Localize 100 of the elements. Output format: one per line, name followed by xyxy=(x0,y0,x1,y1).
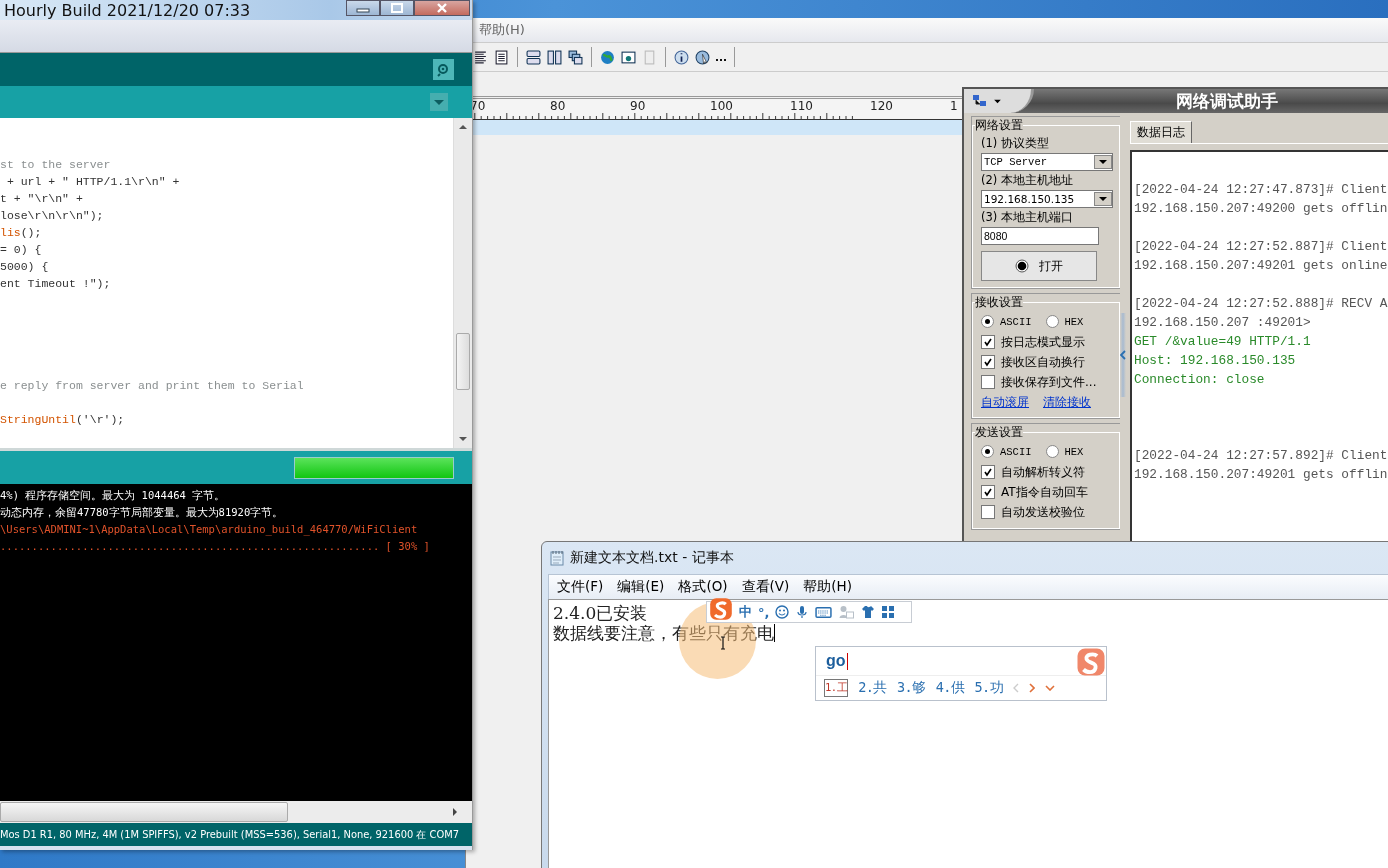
text-line: 数据线要注意，有些只有充电 xyxy=(553,623,775,643)
ruler-label: 90 xyxy=(630,99,647,113)
maximize-button[interactable] xyxy=(380,0,414,16)
collapse-icon xyxy=(1120,350,1126,360)
window-icon[interactable] xyxy=(621,49,636,65)
menu-item[interactable]: 文件(F) xyxy=(557,578,604,596)
code-line: ent Timeout !"); xyxy=(0,276,112,292)
code-line: + url + " HTTP/1.1\r\n" + xyxy=(5,174,181,190)
scroll-up-icon[interactable] xyxy=(458,124,468,130)
minimize-button[interactable] xyxy=(346,0,380,16)
field-label: (3) 本地主机端口 xyxy=(981,210,1074,225)
protocol-select[interactable]: TCP Server xyxy=(981,153,1113,171)
checkbox[interactable] xyxy=(981,335,995,349)
cascade-windows-icon[interactable] xyxy=(568,49,583,65)
link[interactable]: 清除接收 xyxy=(1043,394,1091,411)
vertical-scrollbar[interactable] xyxy=(453,118,472,448)
radio-option[interactable]: HEX xyxy=(1045,445,1084,458)
port-input[interactable]: 8080 xyxy=(981,227,1099,245)
board-info: Mos D1 R1, 80 MHz, 4M (1M SPIFFS), v2 Prebuilt (MSS=536), Serial1, None, 921600 在 COM7 xyxy=(0,827,459,842)
caret-icon xyxy=(1099,159,1107,165)
network-icon xyxy=(972,94,988,108)
group-title: 发送设置 xyxy=(975,424,1023,441)
log-line: 192.168.150.207:49201 gets online xyxy=(1134,257,1388,275)
system-menu-button[interactable] xyxy=(964,89,1034,113)
align-icon[interactable] xyxy=(473,49,488,65)
code-line: t + "\r\n" + xyxy=(0,191,84,207)
menu-item[interactable]: 查看(V) xyxy=(741,578,790,596)
ruler-label: 120 xyxy=(870,99,894,113)
checkbox[interactable] xyxy=(981,355,995,369)
horizontal-scrollbar[interactable] xyxy=(0,801,472,823)
menu-item[interactable]: 帮助(H) xyxy=(803,578,853,596)
checkbox-option[interactable]: AT指令自动回车 xyxy=(981,482,1113,502)
globe-icon[interactable] xyxy=(600,49,615,65)
keyboard-icon[interactable] xyxy=(815,605,833,619)
log-line: [2022-04-24 12:27:52.888]# RECV A xyxy=(1134,295,1388,313)
radio-option[interactable]: HEX xyxy=(1045,315,1084,328)
candidate-option[interactable]: 2.共 xyxy=(858,679,887,697)
candidate-option[interactable]: 4.供 xyxy=(935,679,965,697)
grid-icon[interactable] xyxy=(881,605,896,619)
scroll-down-icon[interactable] xyxy=(458,436,468,442)
menu-item[interactable]: 编辑(E) xyxy=(617,578,665,596)
scroll-right-icon[interactable] xyxy=(452,807,458,817)
next-page-icon[interactable] xyxy=(1029,683,1036,693)
notepad-icon xyxy=(550,550,564,566)
tab[interactable]: 数据日志 xyxy=(1130,121,1192,143)
window-title: Hourly Build 2021/12/20 07:33 xyxy=(3,0,251,20)
checkbox-option[interactable]: 接收区自动换行 xyxy=(981,352,1113,372)
candidate-option[interactable]: 3.够 xyxy=(896,679,926,697)
splitter-handle[interactable] xyxy=(1120,313,1126,397)
ime-logo-icon[interactable] xyxy=(709,597,733,621)
radio-button[interactable] xyxy=(1045,445,1059,458)
microphone-icon[interactable] xyxy=(795,605,810,619)
radio-button[interactable] xyxy=(981,445,994,458)
log-line: 192.168.150.207 :49201> xyxy=(1134,314,1312,332)
punctuation-toggle[interactable]: °, xyxy=(758,604,770,620)
group-title: 网络设置 xyxy=(975,117,1023,134)
radio-option[interactable]: ASCII xyxy=(981,445,1032,458)
checkbox-option[interactable]: 自动解析转义符 xyxy=(981,462,1113,482)
close-button[interactable] xyxy=(414,0,470,16)
split-vertical-icon[interactable] xyxy=(547,49,562,65)
checkbox[interactable] xyxy=(981,505,995,519)
serial-monitor-button[interactable] xyxy=(433,59,454,80)
shirt-icon[interactable] xyxy=(861,605,876,619)
link[interactable]: 自动滚屏 xyxy=(981,394,1029,411)
split-horizontal-icon[interactable] xyxy=(526,49,541,65)
code-line: StringUntil('\r'); xyxy=(0,412,126,428)
group-title: 接收设置 xyxy=(975,294,1023,311)
expand-icon[interactable] xyxy=(1045,685,1056,691)
log-line: 192.168.150.207:49201 gets offlin xyxy=(1134,466,1388,484)
checkbox[interactable] xyxy=(981,465,995,479)
code-line: lis(); xyxy=(0,225,43,241)
scroll-thumb[interactable] xyxy=(456,333,470,390)
smiley-icon[interactable] xyxy=(775,605,790,619)
code-line: e reply from server and print them to Serial xyxy=(0,378,305,394)
radio-button[interactable] xyxy=(1045,315,1059,328)
host-select[interactable]: 192.168.150.135 xyxy=(981,190,1113,208)
open-button[interactable]: 打开 xyxy=(981,251,1097,281)
info-icon[interactable] xyxy=(674,49,689,65)
radio-option[interactable]: ASCII xyxy=(981,315,1032,328)
scroll-thumb[interactable] xyxy=(0,802,288,822)
console-line: 动态内存，余留47780字节局部变量。最大为81920字节。 xyxy=(0,505,285,520)
ruler-label: 100 xyxy=(710,99,734,113)
checkbox-option[interactable]: 自动发送校验位 xyxy=(981,502,1113,522)
language-mode-toggle[interactable]: 中 xyxy=(739,603,752,621)
checkbox[interactable] xyxy=(981,485,995,499)
menu-item[interactable]: 帮助(H) xyxy=(479,21,525,39)
ruler-label: 1 xyxy=(950,99,958,113)
checkbox-option[interactable]: 按日志模式显示 xyxy=(981,332,1113,352)
radio-button[interactable] xyxy=(981,315,994,328)
log-line: Host: 192.168.150.135 xyxy=(1134,352,1297,370)
help-cursor-icon[interactable] xyxy=(695,49,710,65)
ruler-label: 80 xyxy=(550,99,567,113)
candidate-option[interactable]: 5.功 xyxy=(974,679,1004,697)
tab-menu-button[interactable] xyxy=(430,93,448,111)
checkbox-option[interactable]: 接收保存到文件... xyxy=(981,372,1113,392)
caret-icon xyxy=(994,98,1001,104)
console-line: 4%) 程序存储空间。最大为 1044464 字节。 xyxy=(0,488,227,503)
checkbox[interactable] xyxy=(981,375,995,389)
menu-item[interactable]: 格式(O) xyxy=(678,578,728,596)
justify-icon[interactable] xyxy=(494,49,509,65)
